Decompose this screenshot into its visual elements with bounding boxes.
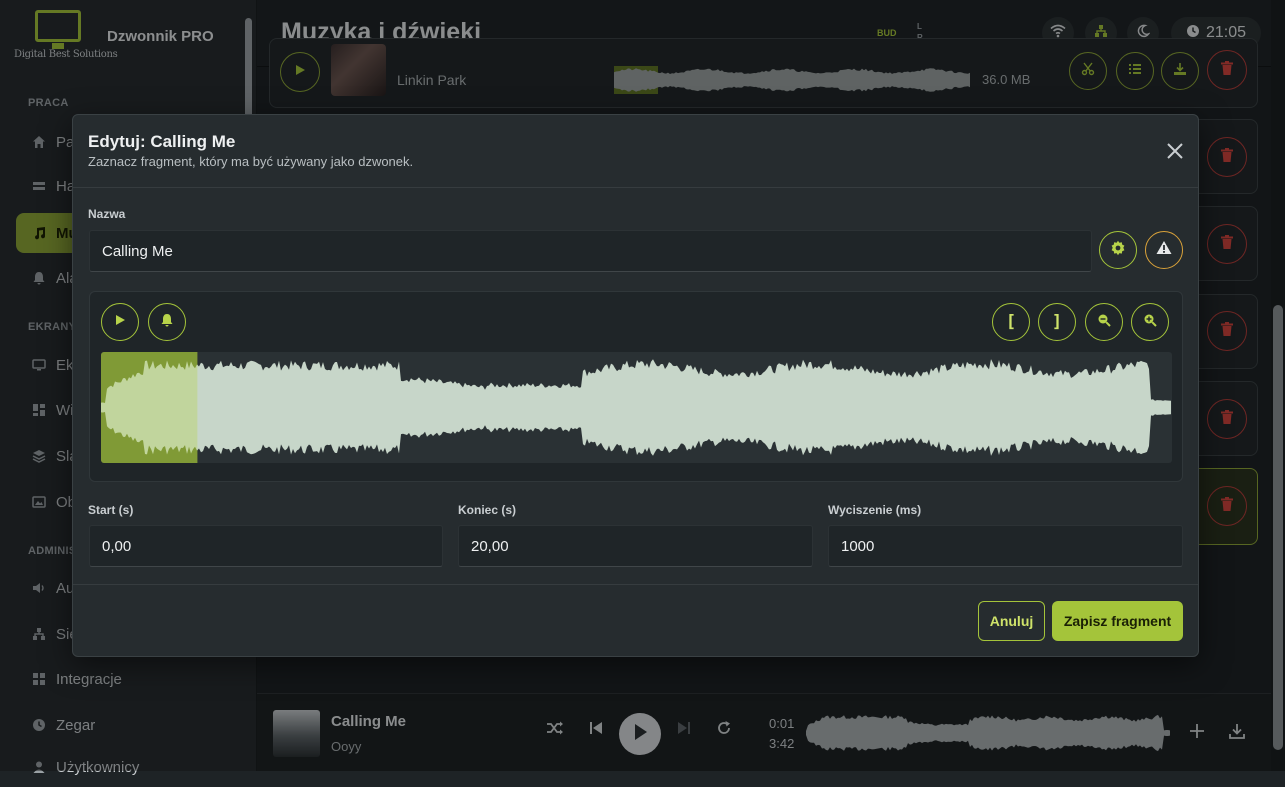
edit-fragment-modal: Edytuj: Calling Me Zaznacz fragment, któ…	[72, 114, 1199, 657]
zoom-in-icon	[1143, 313, 1157, 332]
modal-subtitle: Zaznacz fragment, który ma być używany j…	[88, 154, 414, 169]
waveform[interactable]	[101, 352, 1172, 463]
cancel-button[interactable]: Anuluj	[978, 601, 1045, 641]
zoom-in-button[interactable]	[1131, 303, 1169, 341]
zoom-out-icon	[1097, 313, 1111, 332]
ring-bell-button[interactable]	[148, 303, 186, 341]
modal-header-divider	[73, 187, 1198, 188]
selection-highlight	[101, 352, 198, 463]
waveform-editor: [ ]	[89, 291, 1183, 482]
waveform-shape	[101, 359, 1171, 456]
gear-icon	[1110, 240, 1126, 261]
fade-label: Wyciszenie (ms)	[828, 503, 922, 517]
warning-icon	[1156, 240, 1172, 260]
warning-button[interactable]	[1145, 231, 1183, 269]
name-input[interactable]: Calling Me	[89, 230, 1092, 272]
modal-title: Edytuj: Calling Me	[88, 132, 236, 151]
name-label: Nazwa	[88, 207, 126, 221]
close-button[interactable]	[1165, 141, 1185, 161]
end-input[interactable]: 20,00	[458, 525, 813, 567]
waveform-canvas[interactable]	[101, 352, 1172, 463]
close-icon	[1165, 143, 1185, 165]
save-fragment-button[interactable]: Zapisz fragment	[1052, 601, 1183, 641]
start-input[interactable]: 0,00	[89, 525, 443, 567]
settings-button[interactable]	[1099, 231, 1137, 269]
fade-input[interactable]: 1000	[828, 525, 1183, 567]
set-start-button[interactable]: [	[992, 303, 1030, 341]
zoom-out-button[interactable]	[1085, 303, 1123, 341]
modal-footer-divider	[73, 584, 1198, 585]
set-end-button[interactable]: ]	[1038, 303, 1076, 341]
preview-play-button[interactable]	[101, 303, 139, 341]
bell-icon	[160, 313, 174, 332]
bracket-open-icon: [	[1005, 312, 1017, 332]
start-label: Start (s)	[88, 503, 134, 517]
bracket-close-icon: ]	[1051, 312, 1063, 332]
play-icon	[114, 313, 126, 331]
end-label: Koniec (s)	[458, 503, 517, 517]
